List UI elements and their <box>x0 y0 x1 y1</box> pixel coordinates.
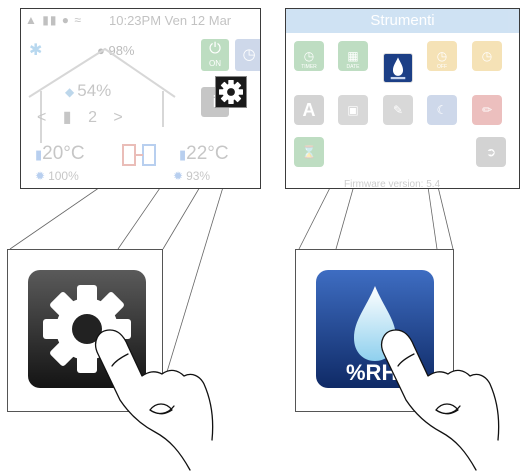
timer-off-icon: ◷ <box>436 49 448 63</box>
water-drop-icon <box>390 57 406 80</box>
gear-icon <box>219 80 243 104</box>
clock-icon: ◷ <box>242 46 256 63</box>
zone-selector[interactable]: < ▮ 2 > <box>37 107 129 127</box>
clock-icon: ◷ <box>481 49 493 63</box>
drop-icon: ◆ <box>65 85 75 99</box>
rh-label: %RH <box>346 360 398 385</box>
gear-icon <box>43 285 131 373</box>
lock-icon: ▣ <box>347 103 359 117</box>
schedule-tool-button[interactable]: ◷ <box>472 41 502 71</box>
moon-icon: ☾ <box>436 103 448 117</box>
status-bar: ▲ ▮▮ ● ≈ 10:23PM Ven 12 Mar <box>21 9 260 33</box>
exit-icon: ➲ <box>485 145 497 159</box>
clock-icon: ◷ <box>303 49 315 63</box>
cleaning-tool-button[interactable]: ✏ <box>472 95 502 125</box>
night-tool-button[interactable]: ☾ <box>427 95 457 125</box>
hourglass-tool-button[interactable]: ⌛ <box>294 137 324 167</box>
tools-title: Strumenti <box>286 9 519 33</box>
exit-tool-button[interactable]: ➲ <box>476 137 506 167</box>
clock-button[interactable]: ◷ <box>235 39 260 71</box>
timer-off-tool-button[interactable]: ◷ OFF <box>427 41 457 71</box>
zone-signal-icon: ▮ <box>62 109 78 126</box>
power-icon: ⏻ <box>209 40 221 57</box>
zoom-humidity-callout: %RH <box>295 249 454 412</box>
firmware-version: Firmware version: 5.4 <box>344 179 441 189</box>
pencil-icon: ✎ <box>392 103 404 117</box>
humidity-readout: ◆ 54% <box>65 81 112 100</box>
zoom-settings-callout <box>7 249 163 412</box>
zoomed-humidity-button <box>316 270 434 388</box>
humidity-rh-button[interactable] <box>383 53 413 83</box>
fan-icon: ✹ <box>35 169 46 183</box>
language-tool-button[interactable]: A <box>294 95 324 125</box>
broom-icon: ✏ <box>481 103 493 117</box>
fan-right: ✹ 93% <box>173 169 211 183</box>
tools-screen: Strumenti ◷ TIMER ▦ DATE ◷ OFF ◷ A ▣ ✎ ☾ ✏ … <box>285 8 520 189</box>
calendar-icon: ▦ <box>347 49 359 63</box>
zoomed-settings-button <box>28 270 146 388</box>
settings-button[interactable] <box>215 76 247 108</box>
status-icons: ▲ ▮▮ ● ≈ <box>25 13 82 27</box>
date-tool-button[interactable]: ▦ DATE <box>338 41 368 71</box>
temp-left: ▮20°C <box>35 143 85 164</box>
hourglass-icon: ⌛ <box>301 145 317 159</box>
timer-tool-button[interactable]: ◷ TIMER <box>294 41 324 71</box>
fan-icon: ✹ <box>173 169 184 183</box>
valve-icon <box>122 144 156 166</box>
edit-tool-button[interactable]: ✎ <box>383 95 413 125</box>
power-on-button[interactable]: ⏻ ON <box>201 39 229 71</box>
fan-left: ✹ 100% <box>35 169 79 183</box>
temp-right: ▮22°C <box>179 143 229 164</box>
status-time: 10:23PM Ven 12 Mar <box>109 13 232 28</box>
lock-tool-button[interactable]: ▣ <box>338 95 368 125</box>
